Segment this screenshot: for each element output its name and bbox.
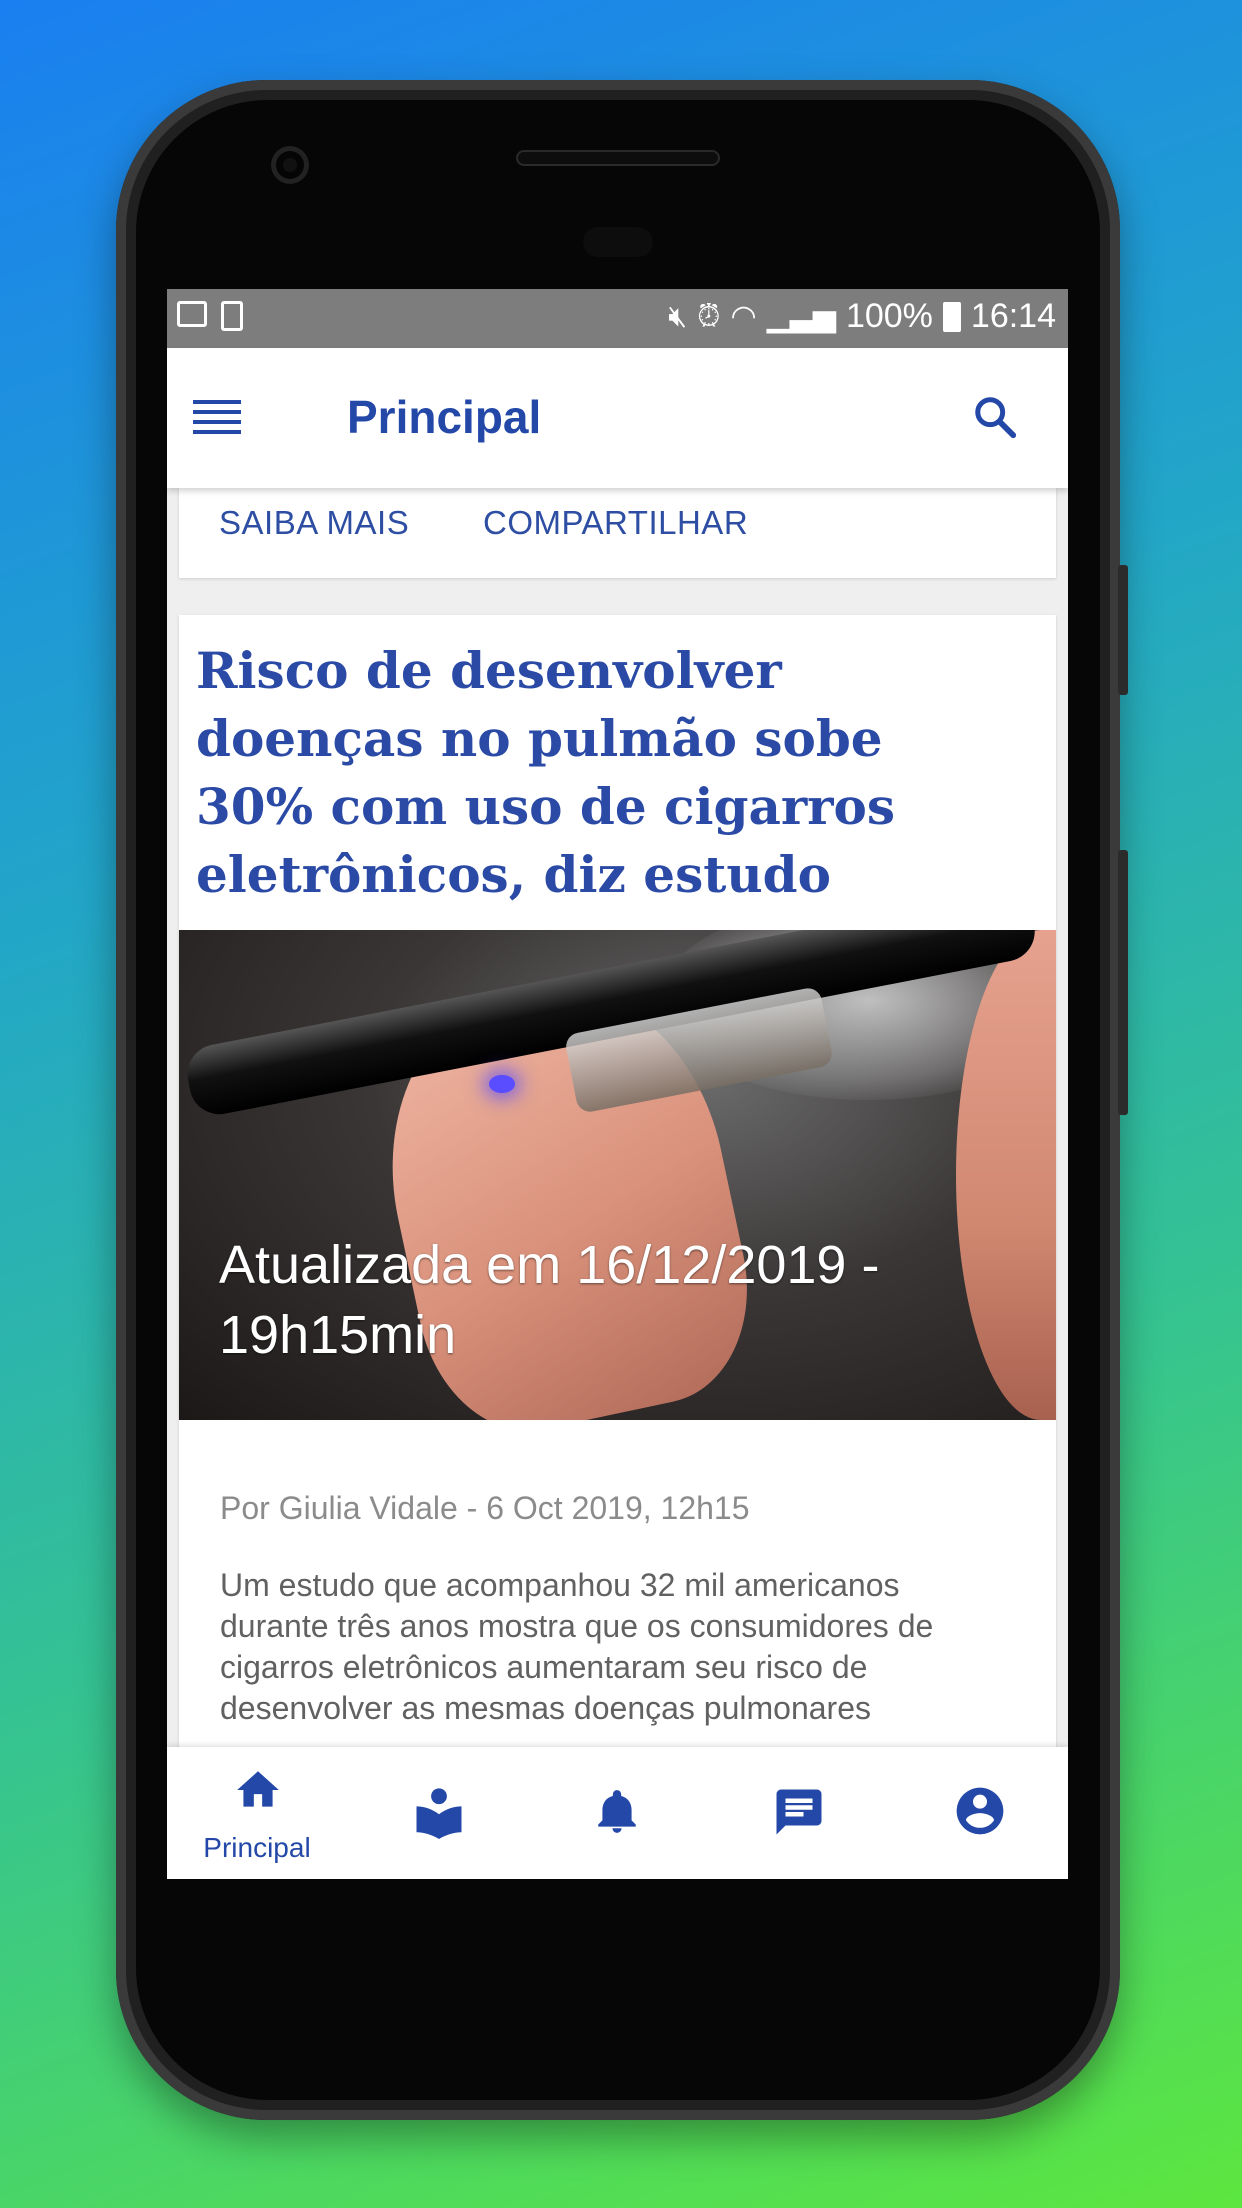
app-bar: Principal xyxy=(167,348,1068,488)
home-icon xyxy=(237,1771,279,1807)
saiba-mais-button[interactable]: SAIBA MAIS xyxy=(219,504,409,542)
status-time: 16:14 xyxy=(970,297,1056,335)
nav-item-messages[interactable] xyxy=(707,1747,887,1879)
mute-icon: 🔇︎ xyxy=(668,299,688,333)
nav-item-reader[interactable] xyxy=(347,1747,527,1879)
article-byline: Por Giulia Vidale - 6 Oct 2019, 12h15 xyxy=(220,1490,750,1526)
app-screen: 🔇︎ ⏰︎ ◠ ▁▃▅ 100% 16:14 Principal SAIBA M… xyxy=(167,289,1068,1879)
search-icon[interactable] xyxy=(972,394,1018,440)
nav-item-principal[interactable]: Principal xyxy=(167,1747,347,1879)
volume-button xyxy=(1118,850,1128,1115)
page-title: Principal xyxy=(347,391,542,443)
article-body: Um estudo que acompanhou 32 mil american… xyxy=(220,1567,934,1726)
menu-icon[interactable] xyxy=(193,400,241,436)
front-camera xyxy=(271,146,309,184)
nav-item-notifications[interactable] xyxy=(527,1747,707,1879)
power-button xyxy=(1118,565,1128,695)
battery-notification-icon xyxy=(221,301,243,331)
article-headline[interactable]: Risco de desenvolver doenças no pulmão s… xyxy=(196,637,996,909)
account-icon xyxy=(956,1787,1004,1835)
ecig-led-shape xyxy=(489,1075,515,1093)
signal-icon: ▁▃▅ xyxy=(766,300,836,333)
battery-percent: 100% xyxy=(845,297,933,335)
bell-icon xyxy=(598,1790,636,1833)
alarm-icon: ⏰︎ xyxy=(697,299,721,333)
nav-label-principal: Principal xyxy=(203,1832,311,1863)
previous-news-card: SAIBA MAIS COMPARTILHAR xyxy=(179,488,1056,578)
earpiece-speaker xyxy=(516,150,720,166)
compartilhar-button[interactable]: COMPARTILHAR xyxy=(483,504,748,542)
nav-item-account[interactable] xyxy=(887,1747,1067,1879)
chat-icon xyxy=(776,1789,822,1835)
proximity-sensor xyxy=(583,227,653,257)
bottom-navigation: Principal xyxy=(167,1747,1068,1879)
reader-icon xyxy=(416,1788,462,1839)
status-bar: 🔇︎ ⏰︎ ◠ ▁▃▅ 100% 16:14 xyxy=(167,289,1068,348)
battery-icon xyxy=(942,301,961,332)
image-notification-icon xyxy=(177,301,207,327)
wifi-icon: ◠ xyxy=(730,300,757,333)
article-image[interactable]: Atualizada em 16/12/2019 - 19h15min xyxy=(179,930,1056,1420)
news-card[interactable]: Risco de desenvolver doenças no pulmão s… xyxy=(179,615,1056,1815)
image-caption: Atualizada em 16/12/2019 - 19h15min xyxy=(219,1235,880,1365)
